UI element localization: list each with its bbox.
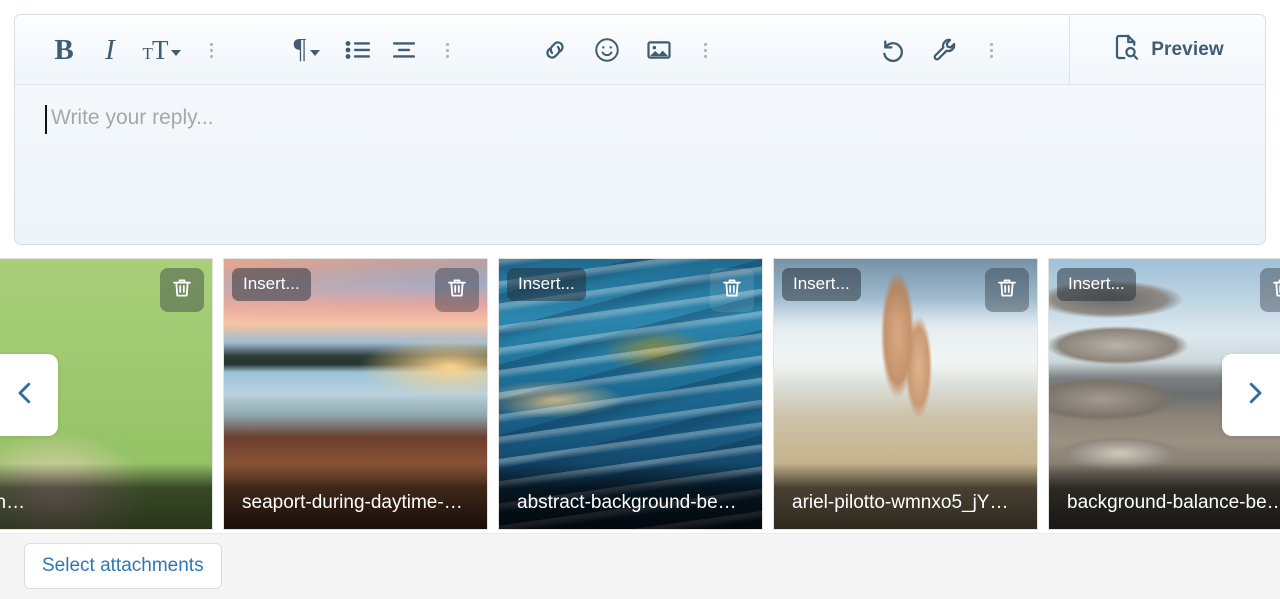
font-size-small-t: T [142,43,153,63]
bold-icon: B [54,33,74,66]
kebab-menu-icon [703,42,707,58]
select-attachments-label: Select attachments [42,555,204,576]
attachment-thumb[interactable]: Insert... abstract-background-be… [498,258,763,530]
toolbar-group-tools [867,27,1011,73]
kebab-menu-icon [989,42,993,58]
attachment-strip: sittin… Insert... [0,258,1280,530]
attachment-thumb[interactable]: Insert... ariel-pilotto-wmnxo5_jY… [773,258,1038,530]
font-size-icon: TT [142,34,169,65]
undo-button[interactable] [867,27,919,73]
attachment-caption: sittin… [0,463,212,529]
editor-toolbar: B I TT ¶ Preview [15,15,1265,85]
text-caret [45,105,47,134]
attachments-footer: Select attachments [0,533,1280,599]
kebab-menu-icon [445,42,449,58]
insert-attachment-label: Insert... [243,274,300,293]
attachment-carousel: sittin… Insert... [0,258,1280,530]
bold-button[interactable]: B [41,27,87,73]
align-center-icon [391,40,417,60]
smiley-icon [593,36,621,64]
chevron-right-icon [1240,378,1270,413]
reply-compose-area[interactable]: Write your reply... [15,85,1265,244]
font-size-button[interactable]: TT [133,27,191,73]
wrench-icon [931,36,959,64]
more-insert-button[interactable] [685,27,725,73]
attachment-caption: background-balance-be… [1049,463,1280,529]
chevron-down-icon [310,49,321,56]
preview-tab-label: Preview [1151,38,1224,60]
paragraph-style-button[interactable]: ¶ [279,27,335,73]
attachment-composer-page: B I TT ¶ Preview Write your reply... … I… [0,0,1280,599]
insert-attachment-label: Insert... [793,274,850,293]
trash-icon [1270,276,1280,305]
toolbar-group-formatting: B I TT [41,27,231,73]
select-attachments-button[interactable]: Select attachments [24,543,222,589]
link-icon [541,36,569,64]
carousel-prev-button[interactable] [0,354,58,436]
chevron-left-icon [10,378,40,413]
more-paragraph-button[interactable] [427,27,467,73]
align-center-button[interactable] [381,27,427,73]
attachment-caption-text: ariel-pilotto-wmnxo5_jY… [792,492,1009,513]
attachment-caption-text: background-balance-be… [1067,492,1280,513]
link-button[interactable] [529,27,581,73]
toolbar-group-paragraph: ¶ [279,27,467,73]
document-search-icon [1111,32,1141,67]
insert-attachment-label: Insert... [1068,274,1125,293]
trash-icon [170,276,194,305]
attachment-thumb[interactable]: Insert... seaport-during-daytime-… [223,258,488,530]
insert-attachment-label: Insert... [518,274,575,293]
trash-icon [720,276,744,305]
reply-placeholder: Write your reply... [51,106,214,129]
pilcrow-icon: ¶ [293,34,307,65]
preview-tab[interactable]: Preview [1069,15,1265,85]
image-icon [645,36,673,64]
bullet-list-button[interactable] [335,27,381,73]
insert-attachment-button[interactable]: Insert... [507,268,586,301]
attachment-caption: seaport-during-daytime-… [224,463,487,529]
image-button[interactable] [633,27,685,73]
delete-attachment-button[interactable] [1260,268,1280,312]
delete-attachment-button[interactable] [710,268,754,312]
undo-icon [879,36,908,65]
attachment-caption-text: abstract-background-be… [517,492,737,513]
trash-icon [995,276,1019,305]
insert-attachment-button[interactable]: Insert... [782,268,861,301]
reply-editor: B I TT ¶ Preview Write your reply... [14,14,1266,245]
italic-icon: I [105,33,115,66]
insert-attachment-button[interactable]: Insert... [232,268,311,301]
delete-attachment-button[interactable] [160,268,204,312]
attachment-caption-text: sittin… [0,492,26,513]
bullet-list-icon [345,40,371,60]
delete-attachment-button[interactable] [985,268,1029,312]
font-size-large-t: T [151,34,168,65]
more-tools-button[interactable] [971,27,1011,73]
delete-attachment-button[interactable] [435,268,479,312]
chevron-down-icon [171,49,182,56]
italic-button[interactable]: I [87,27,133,73]
kebab-menu-icon [209,42,213,58]
more-formatting-button[interactable] [191,27,231,73]
trash-icon [445,276,469,305]
toolbar-group-insert [529,27,725,73]
tools-button[interactable] [919,27,971,73]
carousel-next-button[interactable] [1222,354,1280,436]
attachment-caption: abstract-background-be… [499,463,762,529]
attachment-caption-text: seaport-during-daytime-… [242,492,463,513]
attachment-caption: ariel-pilotto-wmnxo5_jY… [774,463,1037,529]
emoji-button[interactable] [581,27,633,73]
insert-attachment-button[interactable]: Insert... [1057,268,1136,301]
